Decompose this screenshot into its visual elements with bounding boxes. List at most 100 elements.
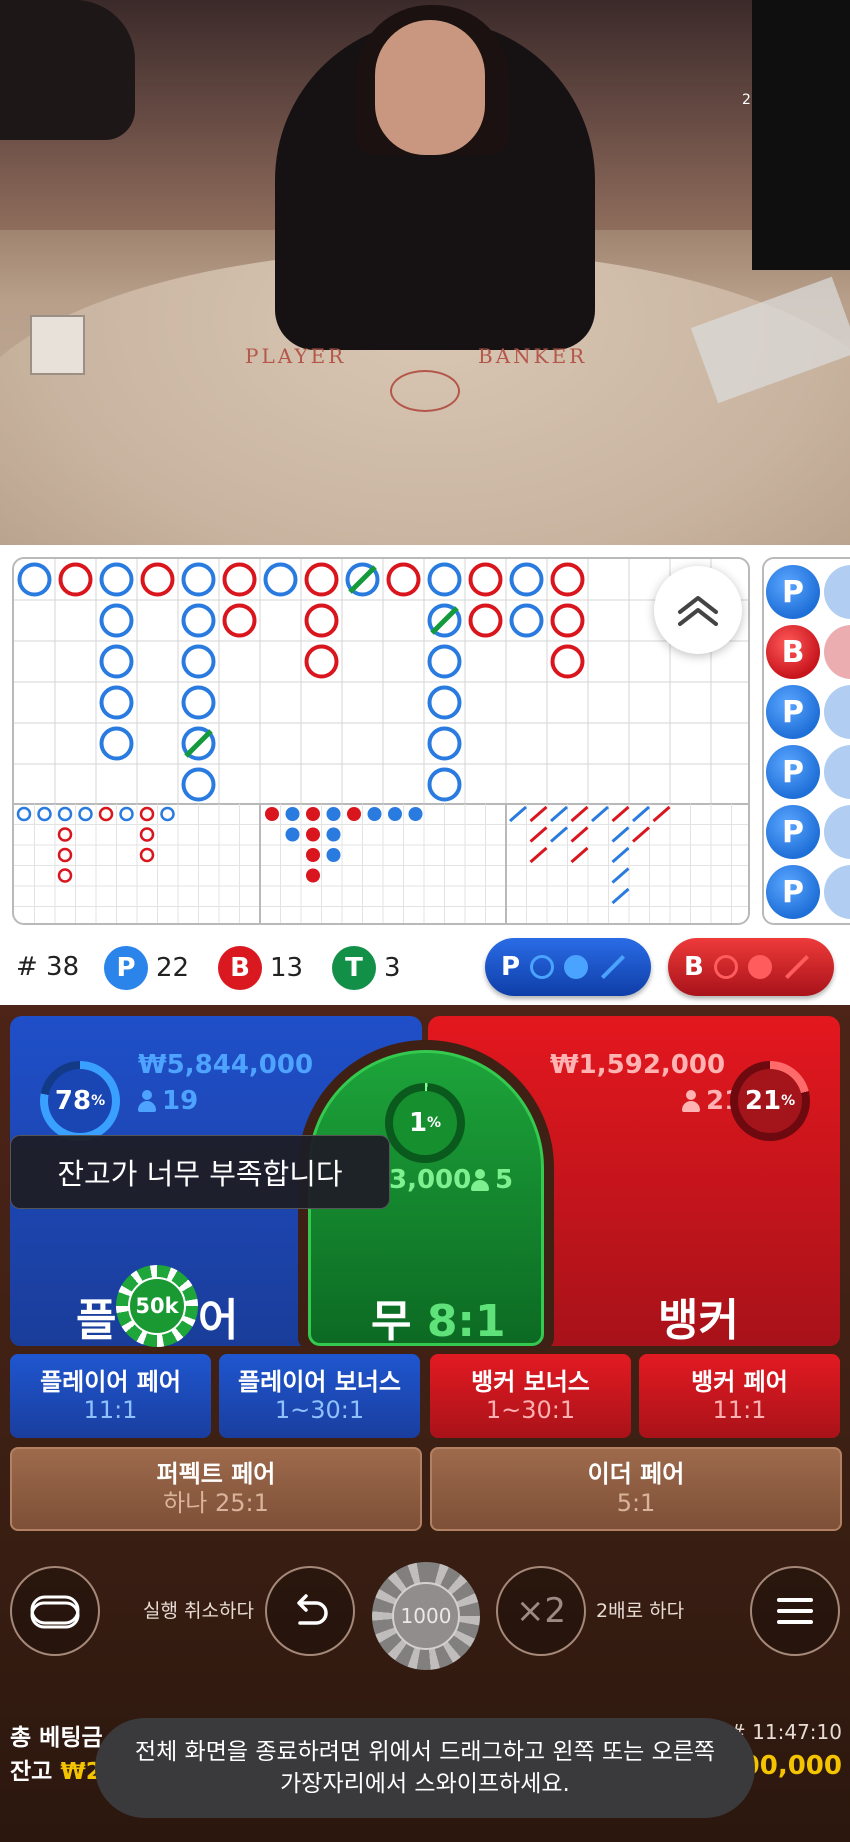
big-road-mark [181,767,216,802]
menu-button[interactable] [750,1566,840,1656]
double-label: 2배로 하다 [596,1600,685,1622]
side-bet-label: 뱅커 페어 [691,1368,788,1396]
banker-total-amount: ₩1,592,000 [550,1050,726,1080]
pair-bet-label: 퍼펙트 페어 [156,1460,276,1488]
banker-wins-value: 13 [270,953,304,983]
small-road-mark [306,868,320,883]
player-predict-button[interactable]: P [485,938,651,996]
small-road-mark [306,807,320,821]
percent-sign: % [91,1093,106,1109]
player-percent: 78 [54,1086,92,1116]
pair-bet-odds: 5:1 [616,1489,656,1517]
side-bet-odds: 1~30:1 [274,1396,365,1424]
banker-predict-button[interactable]: B [668,938,834,996]
cockroach-mark [591,805,609,823]
small-road-dot-icon [564,955,589,979]
big-road-mark [181,685,216,720]
player-user-count: 19 [138,1086,198,1116]
undo-label: 실행 취소하다 [143,1600,254,1622]
tie-count-value: 3 [384,953,401,983]
round-count: # 38 [16,952,80,982]
hint-line-1: 전체 화면을 종료하려면 위에서 드래그하고 왼쪽 또는 오른쪽 [134,1739,716,1765]
banker-bonus-bet[interactable]: 뱅커 보너스 1~30:1 [430,1354,631,1438]
tie-count: T 3 [332,946,401,990]
side-bet-odds: 11:1 [83,1396,138,1424]
big-eye-mark [98,806,114,822]
big-road-mark [509,603,544,638]
cockroach-slash-icon [601,954,626,980]
big-road-mark [58,562,93,597]
cockroach-mark [529,805,548,823]
tie-percent: 1 [408,1108,428,1138]
balance-value: 00,000 [741,1751,842,1781]
felt-banker-text: BANKER [478,344,588,368]
player-pair-bet[interactable]: 플레이어 페어 11:1 [10,1354,211,1438]
banker-pair-bet[interactable]: 뱅커 페어 11:1 [639,1354,840,1438]
big-eye-mark [57,847,73,863]
side-road-cell: P [766,685,820,739]
big-road-mark [181,603,216,638]
banker-badge: B [218,946,262,990]
cockroach-mark [570,826,589,843]
table-view-button[interactable] [10,1566,100,1656]
big-road-mark [509,562,544,597]
small-road-mark [285,807,300,821]
side-road-ghost [824,745,850,799]
chip-selector[interactable]: 1000 [372,1562,480,1670]
player-total-amount: ₩5,844,000 [138,1050,314,1080]
perfect-pair-bet[interactable]: 퍼펙트 페어 하나 25:1 [10,1447,422,1531]
bead-road-grid[interactable] [12,557,750,925]
big-eye-mark [78,806,93,822]
big-eye-ring-icon [530,955,555,979]
bead-plate-road[interactable]: P B P P P P [762,557,850,925]
tie-ratio: 8:1 [426,1296,506,1347]
banker-wins: B 13 [218,946,303,990]
player-badge: P [104,946,148,990]
fullscreen-exit-hint: 전체 화면을 종료하려면 위에서 드래그하고 왼쪽 또는 오른쪽 가장자리에서 … [95,1718,755,1818]
big-road-mark [140,562,175,597]
collapse-roads-button[interactable] [654,566,742,654]
tie-slash-mark [430,606,459,635]
tie-user-count-value: 5 [495,1165,514,1195]
big-eye-mark [57,806,73,822]
tie-total-amount: 3,000 [389,1165,472,1195]
undo-button[interactable] [265,1566,355,1656]
card-discard-box [30,315,85,375]
percent-sign: % [427,1115,442,1131]
felt-logo [390,370,460,412]
banker-label: 뱅커 [658,1295,739,1346]
cockroach-slash-icon [784,954,809,980]
cockroach-mark [611,887,630,905]
tie-slash-mark [184,729,213,758]
felt-player-text: PLAYER [245,344,347,368]
big-eye-mark [37,806,52,822]
double-button[interactable]: ×2 [496,1566,586,1656]
small-road-mark [367,807,382,821]
player-wins: P 22 [104,946,189,990]
either-pair-bet[interactable]: 이더 페어 5:1 [430,1447,842,1531]
cockroach-mark [611,826,630,843]
predict-banker-letter: B [684,952,704,982]
big-road-mark [468,603,503,638]
big-road-mark [386,562,421,597]
banker-percent: 21 [744,1086,782,1116]
big-road-mark [99,644,134,679]
side-road-ghost [824,625,850,679]
dealer-face [375,20,485,155]
cockroach-mark [632,826,650,843]
cockroach-mark [529,846,548,864]
side-road-cell: P [766,865,820,919]
big-eye-mark [160,806,175,822]
cockroach-mark [652,805,671,823]
big-road-mark [304,644,339,679]
big-road-mark [222,603,257,638]
cockroach-mark [570,846,589,864]
side-bet-odds: 1~30:1 [485,1396,576,1424]
big-road-mark [427,562,462,597]
person-icon [682,1090,700,1112]
big-road-mark [304,603,339,638]
player-bonus-bet[interactable]: 플레이어 보너스 1~30:1 [219,1354,420,1438]
big-road-mark [427,685,462,720]
big-road-mark [427,726,462,761]
chip-selector-value: 1000 [392,1582,460,1650]
